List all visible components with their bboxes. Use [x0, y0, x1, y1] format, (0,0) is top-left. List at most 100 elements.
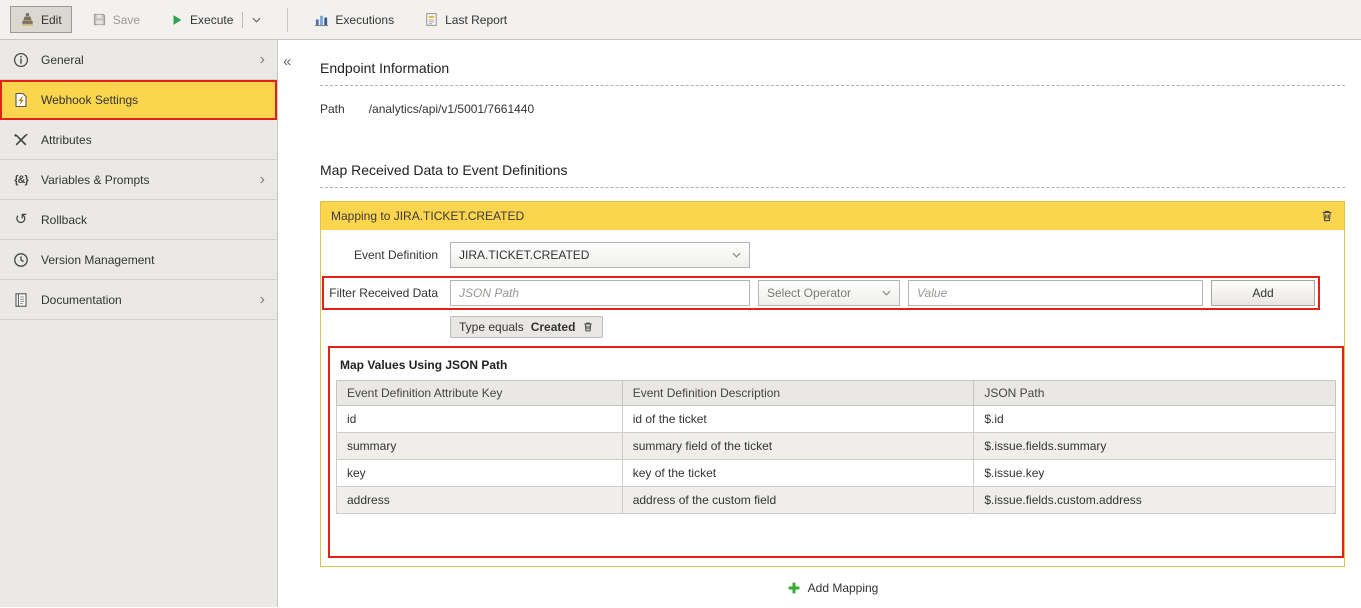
sidebar-item-version-management[interactable]: Version Management	[0, 240, 277, 280]
sidebar-item-label: Documentation	[41, 293, 122, 307]
sidebar: General › Webhook Settings Attributes {&…	[0, 40, 278, 607]
window-body: General › Webhook Settings Attributes {&…	[0, 40, 1361, 607]
toolbar: Edit Save Execute Executions	[0, 0, 1361, 40]
report-icon	[424, 12, 439, 27]
section-divider	[320, 85, 1345, 86]
edit-stamp-icon	[20, 12, 35, 27]
value-input[interactable]	[908, 280, 1203, 306]
table-cell: $.issue.fields.custom.address	[974, 487, 1336, 514]
table-cell: $.issue.fields.summary	[974, 433, 1336, 460]
chevron-down-icon	[732, 252, 741, 258]
save-floppy-icon	[92, 12, 107, 27]
sidebar-item-attributes[interactable]: Attributes	[0, 120, 277, 160]
table-row: summary summary field of the ticket $.is…	[337, 433, 1336, 460]
variables-icon: {&}	[12, 174, 30, 186]
add-filter-button[interactable]: Add	[1211, 280, 1315, 306]
event-definition-select[interactable]: JIRA.TICKET.CREATED	[450, 242, 750, 268]
sidebar-item-label: Webhook Settings	[41, 93, 138, 107]
table-cell: $.issue.key	[974, 460, 1336, 487]
filter-received-data-label: Filter Received Data	[327, 286, 438, 300]
table-cell: summary field of the ticket	[622, 433, 974, 460]
add-mapping-label: Add Mapping	[808, 581, 879, 595]
sidebar-collapse-button[interactable]: «	[283, 54, 291, 69]
event-definition-label: Event Definition	[327, 248, 438, 262]
event-definition-row: Event Definition JIRA.TICKET.CREATED	[321, 242, 1344, 268]
path-label: Path	[320, 102, 345, 116]
map-values-table: Event Definition Attribute Key Event Def…	[336, 380, 1336, 514]
filter-chip-text: Type equals	[459, 320, 524, 334]
table-cell: address of the custom field	[622, 487, 974, 514]
sidebar-item-general[interactable]: General ›	[0, 40, 277, 80]
sidebar-item-variables-prompts[interactable]: {&} Variables & Prompts ›	[0, 160, 277, 200]
annotation-box-map-values: Map Values Using JSON Path Event Definit…	[328, 346, 1344, 558]
json-path-input[interactable]	[450, 280, 750, 306]
sidebar-item-webhook-settings[interactable]: Webhook Settings	[0, 80, 277, 120]
sidebar-item-label: Version Management	[41, 253, 154, 267]
endpoint-path-row: Path /analytics/api/v1/5001/7661440	[320, 102, 1345, 116]
table-row: address address of the custom field $.is…	[337, 487, 1336, 514]
table-header-cell: Event Definition Description	[622, 381, 974, 406]
mapping-panel-body: Event Definition JIRA.TICKET.CREATED Fil…	[321, 230, 1344, 566]
execute-split-divider	[242, 12, 243, 28]
mapping-section-title: Map Received Data to Event Definitions	[320, 162, 1345, 178]
play-icon	[170, 13, 184, 27]
path-value: /analytics/api/v1/5001/7661440	[369, 102, 534, 116]
table-cell: key of the ticket	[622, 460, 974, 487]
execute-button[interactable]: Execute	[160, 6, 271, 34]
toolbar-divider	[287, 8, 288, 32]
sidebar-item-label: Attributes	[41, 133, 92, 147]
delete-filter-trash-icon[interactable]	[582, 321, 594, 333]
operator-placeholder: Select Operator	[767, 286, 851, 300]
annotation-box-filter-row: Filter Received Data Select Operator Add	[322, 276, 1320, 310]
table-cell: id	[337, 406, 623, 433]
map-values-title: Map Values Using JSON Path	[340, 358, 1336, 372]
mapping-panel-title: Mapping to JIRA.TICKET.CREATED	[331, 209, 524, 223]
delete-mapping-trash-icon[interactable]	[1320, 209, 1334, 223]
edit-button[interactable]: Edit	[10, 6, 72, 33]
rollback-icon: ↺	[12, 212, 30, 227]
mapping-panel: Mapping to JIRA.TICKET.CREATED Event Def…	[320, 201, 1345, 567]
main-panel: « Endpoint Information Path /analytics/a…	[278, 40, 1361, 607]
endpoint-section-title: Endpoint Information	[320, 60, 1345, 76]
execute-button-label: Execute	[190, 13, 233, 27]
add-mapping-button[interactable]: Add Mapping	[320, 581, 1345, 595]
section-divider	[320, 187, 1345, 188]
chevron-down-icon	[882, 290, 891, 296]
table-cell: id of the ticket	[622, 406, 974, 433]
executions-button-label: Executions	[335, 13, 394, 27]
webhook-icon	[12, 92, 30, 108]
filter-chip-row: Type equals Created	[321, 316, 1344, 338]
filter-chip-value: Created	[531, 320, 576, 334]
sidebar-item-documentation[interactable]: Documentation ›	[0, 280, 277, 320]
document-icon	[12, 292, 30, 308]
table-cell: summary	[337, 433, 623, 460]
executions-chart-icon	[314, 12, 329, 27]
info-icon	[12, 52, 30, 68]
chevron-right-icon: ›	[260, 52, 265, 68]
sidebar-item-rollback[interactable]: ↺ Rollback	[0, 200, 277, 240]
chevron-right-icon: ›	[260, 172, 265, 188]
save-button[interactable]: Save	[82, 6, 150, 33]
table-cell: $.id	[974, 406, 1336, 433]
app-window: Edit Save Execute Executions	[0, 0, 1361, 608]
table-row: key key of the ticket $.issue.key	[337, 460, 1336, 487]
tools-icon	[12, 132, 30, 148]
table-header-row: Event Definition Attribute Key Event Def…	[337, 381, 1336, 406]
executions-button[interactable]: Executions	[304, 6, 404, 33]
table-cell: key	[337, 460, 623, 487]
filter-chip: Type equals Created	[450, 316, 603, 338]
table-header-cell: Event Definition Attribute Key	[337, 381, 623, 406]
sidebar-item-label: Rollback	[41, 213, 87, 227]
last-report-button[interactable]: Last Report	[414, 6, 517, 33]
table-header-cell: JSON Path	[974, 381, 1336, 406]
last-report-button-label: Last Report	[445, 13, 507, 27]
operator-select[interactable]: Select Operator	[758, 280, 900, 306]
table-cell: address	[337, 487, 623, 514]
save-button-label: Save	[113, 13, 140, 27]
event-definition-selected-value: JIRA.TICKET.CREATED	[459, 248, 589, 262]
edit-button-label: Edit	[41, 13, 62, 27]
execute-dropdown-icon[interactable]	[252, 17, 261, 23]
table-row: id id of the ticket $.id	[337, 406, 1336, 433]
chevron-right-icon: ›	[260, 292, 265, 308]
sidebar-item-label: General	[41, 53, 84, 67]
